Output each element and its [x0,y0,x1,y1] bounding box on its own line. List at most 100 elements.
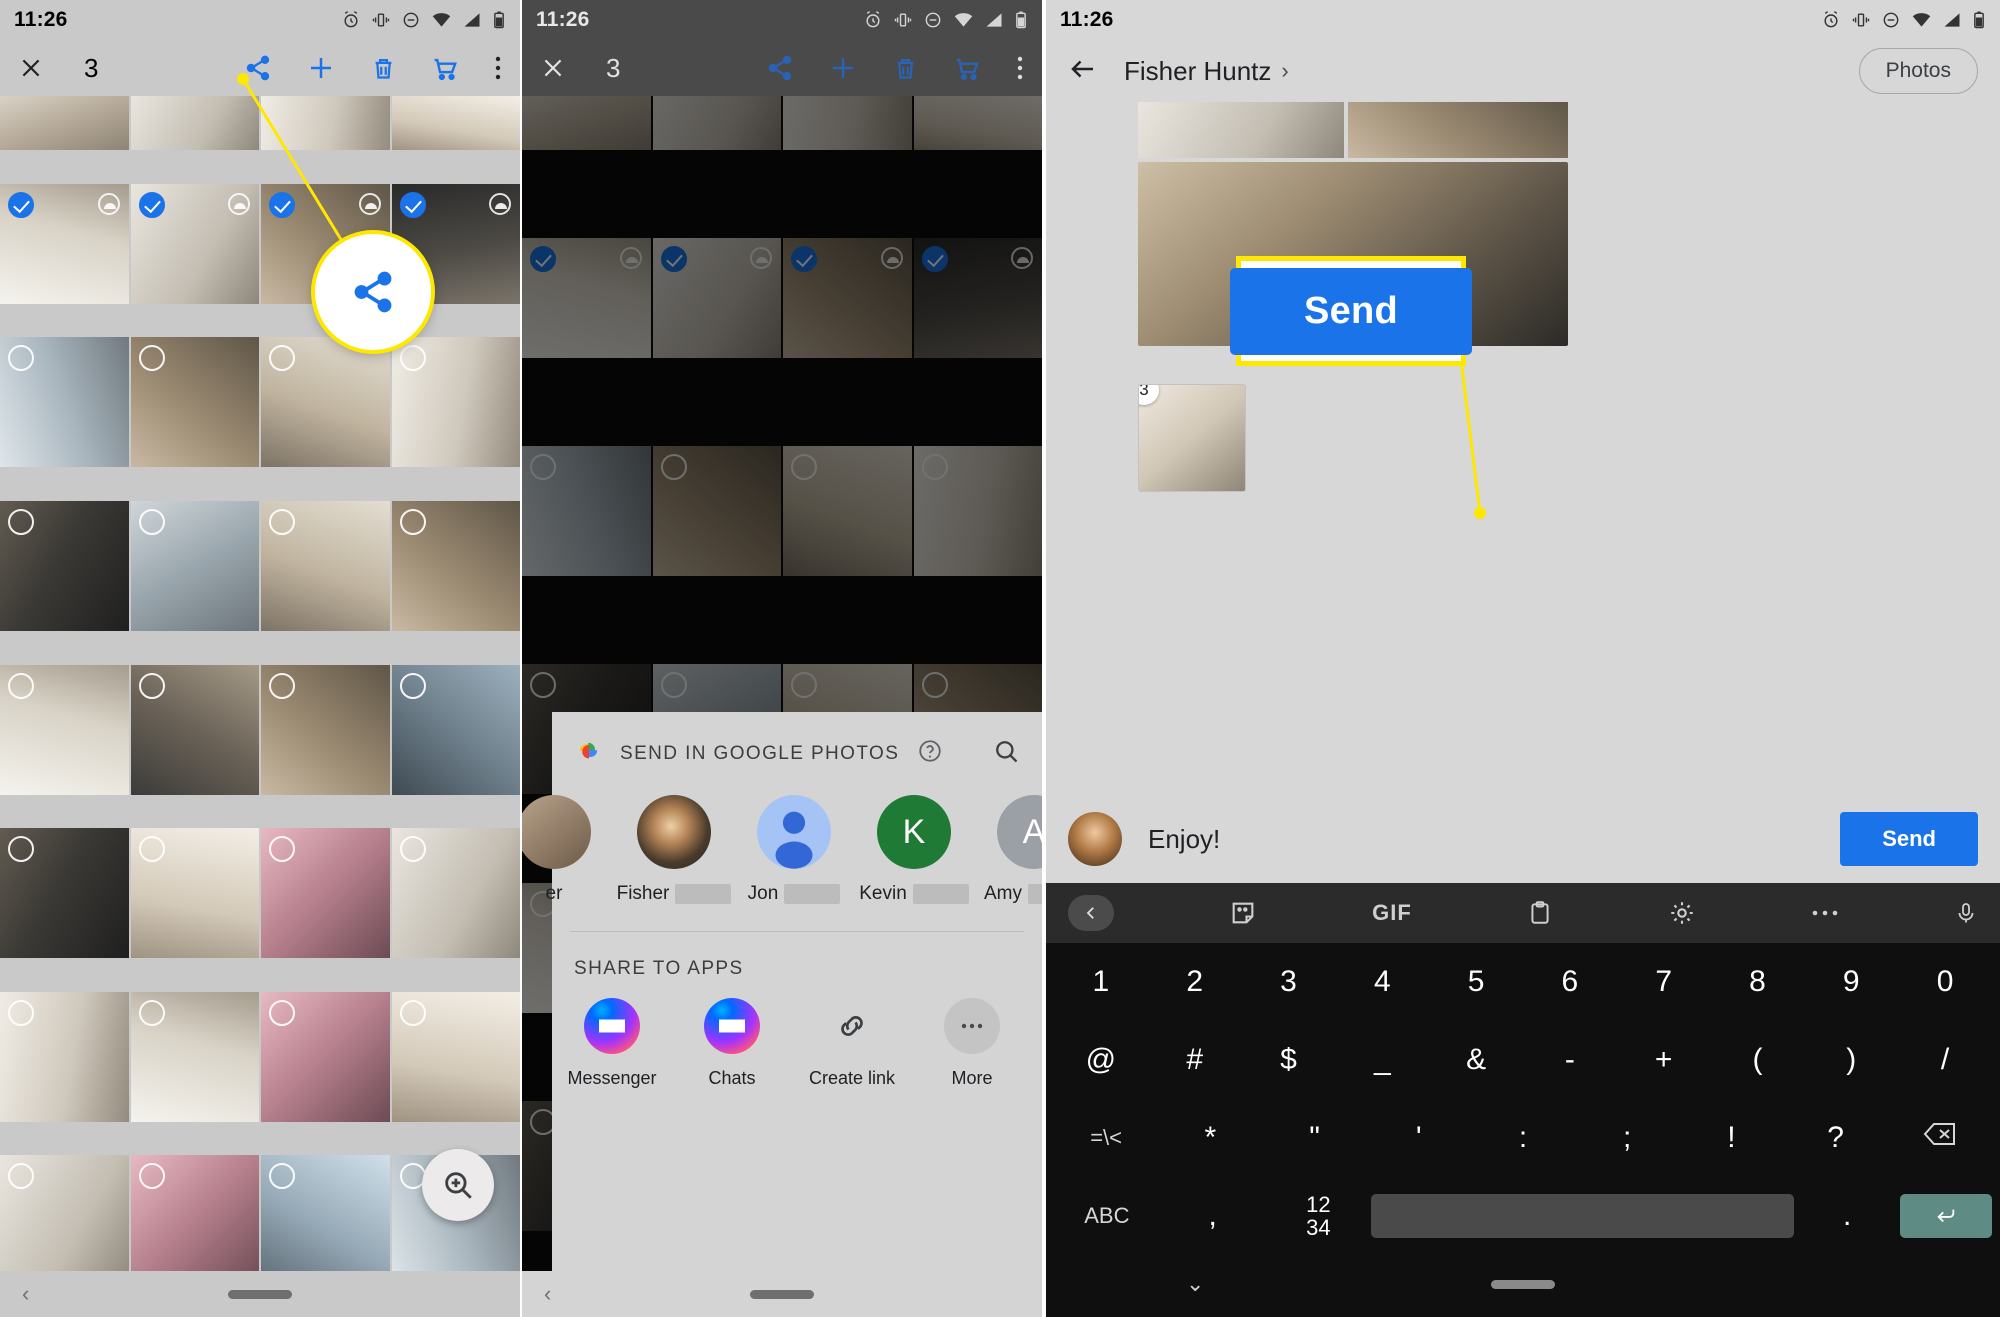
delete-button[interactable] [370,55,397,82]
grid-cell[interactable] [130,337,259,468]
attachment-thumbnail[interactable]: 3 [1138,384,1246,492]
conversation-title[interactable]: Fisher Huntz [1124,56,1271,87]
overflow-menu-button[interactable] [494,54,502,82]
app-item[interactable]: Create link [792,998,912,1089]
key[interactable]: ) [1804,1043,1898,1077]
key[interactable]: 6 [1523,965,1617,999]
grid-cell[interactable] [130,991,259,1122]
grid-cell[interactable] [130,500,259,631]
app-item[interactable]: Messenger [552,998,672,1089]
nav-home-pill[interactable] [1491,1279,1555,1289]
selection-circle-icon[interactable] [399,508,426,535]
key[interactable]: 5 [1429,965,1523,999]
selection-circle-icon[interactable] [138,1163,165,1190]
key[interactable]: ; [1575,1121,1679,1155]
grid-cell[interactable] [130,828,259,959]
grid-cell[interactable] [261,664,390,795]
grid-cell[interactable] [261,828,390,959]
key[interactable]: & [1429,1043,1523,1077]
key-backspace[interactable] [1888,1121,1992,1155]
back-button[interactable] [1068,54,1098,89]
grid-cell-selected[interactable] [0,183,129,304]
nav-back-button[interactable]: ‹ [22,1281,29,1307]
selection-circle-icon[interactable] [269,508,295,535]
key[interactable]: ' [1367,1121,1471,1155]
key[interactable]: $ [1242,1043,1336,1077]
selection-circle-icon[interactable] [138,836,165,863]
selection-circle-icon[interactable] [138,345,165,372]
selection-circle-icon[interactable] [269,999,295,1026]
selection-circle-icon[interactable] [138,508,165,535]
share-button[interactable] [766,54,794,82]
collapse-toolbar-button[interactable] [1068,895,1114,931]
close-selection-button[interactable] [18,55,44,81]
photos-tab-chip[interactable]: Photos [1858,48,1978,94]
selection-check-icon[interactable] [399,191,426,218]
grid-cell[interactable] [130,664,259,795]
hide-keyboard-button[interactable]: ⌄ [1186,1271,1204,1297]
key[interactable]: 0 [1898,965,1992,999]
voice-input-button[interactable] [1954,900,1978,926]
strip-photo[interactable] [1348,102,1568,158]
key[interactable]: _ [1335,1043,1429,1077]
key[interactable]: - [1523,1043,1617,1077]
key[interactable]: 8 [1711,965,1805,999]
grid-cell[interactable] [0,337,129,468]
selection-circle-icon[interactable] [399,345,426,372]
zoom-in-fab[interactable] [422,1149,494,1221]
key[interactable]: 3 [1242,965,1336,999]
grid-cell[interactable] [391,337,520,468]
nav-home-pill[interactable] [228,1289,292,1299]
grid-cell[interactable] [391,664,520,795]
clipboard-button[interactable] [1527,900,1553,926]
search-button[interactable] [992,737,1020,770]
selection-circle-icon[interactable] [8,836,34,863]
app-item[interactable]: More [912,998,1032,1089]
key[interactable]: " [1262,1121,1366,1155]
grid-cell[interactable] [261,96,390,150]
send-button-emphasized[interactable]: Send [1229,267,1473,355]
delete-button[interactable] [892,55,919,82]
selection-check-icon[interactable] [269,191,295,218]
key[interactable]: + [1617,1043,1711,1077]
send-button[interactable]: Send [1840,812,1978,866]
contact-chip[interactable]: er [522,795,614,905]
grid-cell-selected[interactable] [130,183,259,304]
grid-cell[interactable] [391,500,520,631]
grid-cell[interactable] [261,500,390,631]
grid-cell[interactable] [0,1155,129,1286]
grid-cell[interactable] [261,991,390,1122]
selection-circle-icon[interactable] [399,999,426,1026]
nav-back-button[interactable]: ‹ [544,1281,551,1307]
key[interactable]: ! [1679,1121,1783,1155]
key[interactable]: : [1471,1121,1575,1155]
nav-home-pill[interactable] [750,1289,814,1299]
contact-chip[interactable]: A Amy [974,795,1042,905]
photo-grid[interactable] [0,96,520,1317]
sticker-button[interactable] [1229,899,1257,927]
help-button[interactable] [917,738,943,769]
contact-chip[interactable]: K Kevin [854,795,974,905]
keyboard-more-button[interactable] [1811,907,1839,919]
key[interactable]: ? [1784,1121,1888,1155]
key-numeric-toggle[interactable]: 12 34 [1266,1193,1372,1239]
key-period[interactable]: . [1794,1199,1900,1233]
key-space[interactable] [1371,1194,1795,1238]
add-to-album-button[interactable] [828,53,858,83]
message-text[interactable]: Enjoy! [1148,824,1220,855]
close-selection-button[interactable] [540,55,566,81]
selection-circle-icon[interactable] [399,672,426,699]
key[interactable]: ( [1711,1043,1805,1077]
key[interactable]: 4 [1335,965,1429,999]
selection-circle-icon[interactable] [138,672,165,699]
keyboard-settings-button[interactable] [1668,899,1696,927]
key[interactable]: # [1148,1043,1242,1077]
selection-circle-icon[interactable] [8,999,34,1026]
chevron-right-icon[interactable]: › [1281,58,1288,84]
grid-cell[interactable] [0,664,129,795]
selection-circle-icon[interactable] [8,508,34,535]
key-comma[interactable]: , [1160,1199,1266,1233]
selection-circle-icon[interactable] [269,836,295,863]
selection-check-icon[interactable] [8,191,34,218]
key[interactable]: 2 [1148,965,1242,999]
